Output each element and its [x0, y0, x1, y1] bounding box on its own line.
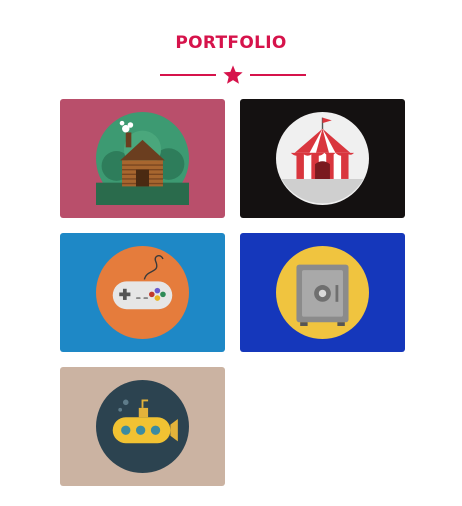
title-divider — [160, 64, 306, 86]
portfolio-item-safe[interactable] — [240, 233, 405, 352]
circus-tent-icon — [276, 112, 369, 205]
divider-line-left — [160, 74, 216, 76]
portfolio-item-controller[interactable] — [60, 233, 225, 352]
safe-vault-icon — [276, 246, 369, 339]
game-controller-icon — [96, 246, 189, 339]
log-cabin-icon — [96, 112, 189, 205]
portfolio-item-circus[interactable] — [240, 99, 405, 218]
portfolio-item-cabin[interactable] — [60, 99, 225, 218]
page-title: PORTFOLIO — [175, 33, 287, 53]
star-icon — [223, 65, 243, 84]
divider-line-right — [250, 74, 306, 76]
submarine-icon — [96, 380, 189, 473]
portfolio-item-submarine[interactable] — [60, 367, 225, 486]
